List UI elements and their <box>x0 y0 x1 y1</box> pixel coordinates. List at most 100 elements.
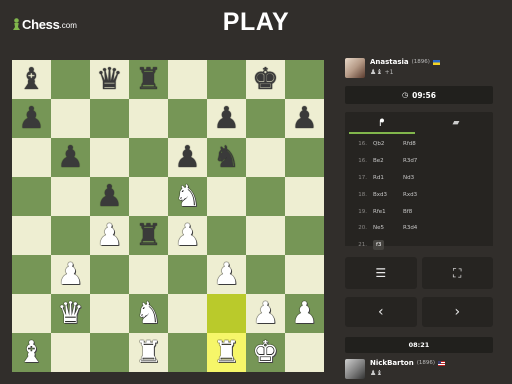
avatar[interactable] <box>345 58 365 78</box>
board-square[interactable] <box>285 177 324 216</box>
white-move[interactable]: Be2 <box>373 158 403 164</box>
white-move[interactable]: Bxd3 <box>373 192 403 198</box>
board-square[interactable] <box>90 333 129 372</box>
analysis-button[interactable]: ⛶ <box>421 257 493 289</box>
avatar[interactable] <box>345 359 365 379</box>
board-square[interactable]: ♟ <box>168 138 207 177</box>
black-move[interactable]: R3d7 <box>403 158 433 164</box>
board-square[interactable] <box>90 99 129 138</box>
board-square[interactable] <box>207 294 246 333</box>
board-square[interactable]: ♟ <box>207 255 246 294</box>
white-pawn-icon[interactable]: ♟ <box>174 220 201 251</box>
move-list-button[interactable]: ☰ <box>345 257 417 289</box>
board-square[interactable]: ♞ <box>129 294 168 333</box>
black-pawn-icon[interactable]: ♟ <box>291 103 318 134</box>
white-knight-icon[interactable]: ♞ <box>174 181 201 212</box>
white-king-icon[interactable]: ♚ <box>252 337 279 368</box>
board-square[interactable] <box>168 255 207 294</box>
board-square[interactable] <box>90 294 129 333</box>
move-text[interactable]: Be2 <box>373 158 384 164</box>
move-text[interactable]: Ne5 <box>373 225 384 231</box>
board-square[interactable] <box>129 138 168 177</box>
board-square[interactable] <box>285 138 324 177</box>
white-pawn-icon[interactable]: ♟ <box>96 220 123 251</box>
black-pawn-icon[interactable]: ♟ <box>213 103 240 134</box>
black-move[interactable]: Bf8 <box>403 209 433 215</box>
board-square[interactable]: ♟ <box>207 99 246 138</box>
move-text[interactable]: f3 <box>373 240 385 251</box>
board-square[interactable]: ♟ <box>90 216 129 255</box>
white-pawn-icon[interactable]: ♟ <box>213 259 240 290</box>
white-rook-icon[interactable]: ♜ <box>135 337 162 368</box>
black-knight-icon[interactable]: ♞ <box>213 142 240 173</box>
black-rook-icon[interactable]: ♜ <box>135 64 162 95</box>
board-square[interactable] <box>129 255 168 294</box>
black-move[interactable]: Nd3 <box>403 175 433 181</box>
black-move[interactable]: R3d4 <box>403 225 433 231</box>
board-square[interactable] <box>51 333 90 372</box>
board-square[interactable] <box>129 177 168 216</box>
player-name[interactable]: NickBarton <box>370 359 414 367</box>
board-square[interactable]: ♜ <box>129 60 168 99</box>
board-square[interactable] <box>207 216 246 255</box>
board-square[interactable] <box>285 60 324 99</box>
black-king-icon[interactable]: ♚ <box>252 64 279 95</box>
white-pawn-icon[interactable]: ♟ <box>252 298 279 329</box>
board-square[interactable]: ♝ <box>12 333 51 372</box>
board-square[interactable]: ♟ <box>246 294 285 333</box>
board-square[interactable] <box>168 294 207 333</box>
white-knight-icon[interactable]: ♞ <box>135 298 162 329</box>
board-square[interactable] <box>285 216 324 255</box>
board-square[interactable]: ♟ <box>285 99 324 138</box>
board-square[interactable]: ♜ <box>129 333 168 372</box>
black-pawn-icon[interactable]: ♟ <box>57 142 84 173</box>
black-pawn-icon[interactable]: ♟ <box>96 181 123 212</box>
board-square[interactable]: ♚ <box>246 60 285 99</box>
board-square[interactable] <box>246 138 285 177</box>
board-square[interactable] <box>12 138 51 177</box>
board-square[interactable] <box>168 60 207 99</box>
board-square[interactable]: ♟ <box>12 99 51 138</box>
board-square[interactable] <box>129 99 168 138</box>
black-bishop-icon[interactable]: ♝ <box>18 64 45 95</box>
player-name[interactable]: Anastasia <box>370 58 409 66</box>
black-queen-icon[interactable]: ♛ <box>96 64 123 95</box>
tab-chat[interactable]: ▰ <box>419 112 493 134</box>
tab-moves[interactable]: ᖰ <box>345 112 419 134</box>
board-square[interactable] <box>51 177 90 216</box>
black-rook-icon[interactable]: ♜ <box>135 220 162 251</box>
move-text[interactable]: Qb2 <box>373 141 384 147</box>
board-square[interactable]: ♞ <box>207 138 246 177</box>
white-move[interactable]: Ne5 <box>373 225 403 231</box>
move-text[interactable]: Rd1 <box>373 175 384 181</box>
board-square[interactable] <box>285 333 324 372</box>
board-square[interactable] <box>90 138 129 177</box>
white-bishop-icon[interactable]: ♝ <box>18 337 45 368</box>
board-square[interactable] <box>90 255 129 294</box>
board-square[interactable] <box>12 216 51 255</box>
black-pawn-icon[interactable]: ♟ <box>174 142 201 173</box>
move-text[interactable]: Bxd3 <box>373 192 387 198</box>
board-square[interactable]: ♜ <box>129 216 168 255</box>
board-square[interactable] <box>285 255 324 294</box>
board-square[interactable]: ♛ <box>90 60 129 99</box>
white-pawn-icon[interactable]: ♟ <box>291 298 318 329</box>
board-square[interactable]: ♜ <box>207 333 246 372</box>
white-move[interactable]: Rfe1 <box>373 209 403 215</box>
white-pawn-icon[interactable]: ♟ <box>57 259 84 290</box>
board-square[interactable]: ♞ <box>168 177 207 216</box>
board-square[interactable]: ♟ <box>51 255 90 294</box>
board-square[interactable] <box>51 216 90 255</box>
board-square[interactable] <box>207 177 246 216</box>
board-square[interactable] <box>12 255 51 294</box>
board-square[interactable] <box>12 177 51 216</box>
board-square[interactable] <box>51 99 90 138</box>
white-move[interactable]: Qb2 <box>373 141 403 147</box>
board-square[interactable] <box>12 294 51 333</box>
board-square[interactable]: ♟ <box>51 138 90 177</box>
board-square[interactable]: ♟ <box>90 177 129 216</box>
board-square[interactable]: ♟ <box>168 216 207 255</box>
next-move-button[interactable]: › <box>421 297 493 327</box>
board-square[interactable]: ♚ <box>246 333 285 372</box>
chess-board[interactable]: ♝ ♛ ♜ ♚ ♟ ♟ ♟ ♟ ♟ ♞ ♟ ♞ ♟ ♜ ♟ ♟ ♟ ♛ ♞ ♟ ♟ ♝ ♜ ♜ ♚ <box>12 60 324 372</box>
